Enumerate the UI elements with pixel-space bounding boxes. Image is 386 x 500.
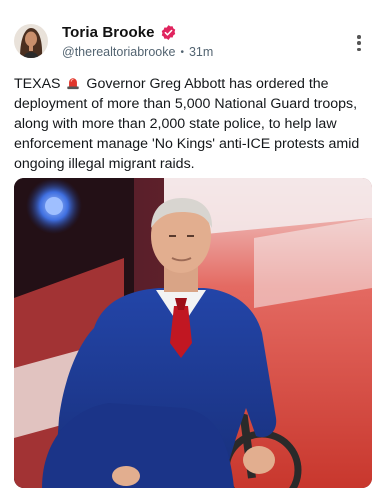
handle[interactable]: @therealtoriabrooke	[62, 45, 175, 59]
post-text-prefix: TEXAS	[14, 76, 61, 92]
more-options-icon[interactable]	[350, 32, 368, 54]
siren-icon	[66, 76, 80, 90]
post-text-main: Governor Greg Abbott has ordered the dep…	[14, 76, 360, 172]
author-info: Toria Brooke @therealtoriabrooke • 31m	[62, 22, 213, 60]
post-card: Toria Brooke @therealtoriabrooke • 31m T…	[0, 0, 386, 500]
post-text: TEXAS Governor Greg Abbott has ordered t…	[14, 74, 372, 174]
avatar[interactable]	[14, 24, 48, 58]
post-header: Toria Brooke @therealtoriabrooke • 31m	[14, 22, 372, 66]
display-name[interactable]: Toria Brooke	[62, 24, 155, 41]
verified-badge-icon	[160, 24, 177, 41]
post-photo[interactable]	[14, 178, 372, 488]
separator-dot: •	[180, 46, 184, 58]
timestamp[interactable]: 31m	[189, 45, 213, 59]
